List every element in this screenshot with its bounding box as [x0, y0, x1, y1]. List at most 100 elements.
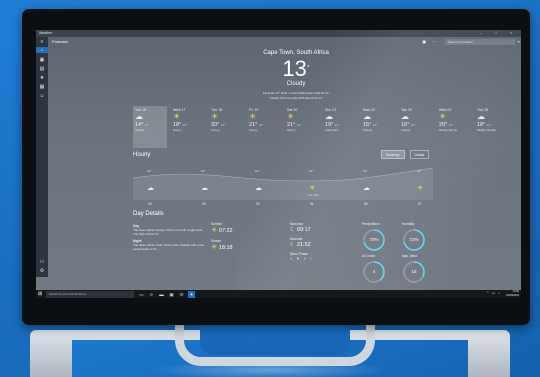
task-view-icon[interactable]: ▭: [138, 291, 145, 298]
day-desc: Light Rain: [325, 128, 339, 132]
clock[interactable]: 13:00 16/08/2016: [506, 290, 519, 298]
current-conditions: Cape Town, South Africa 13° Cloudy Feels…: [176, 50, 416, 100]
forecast-day-card[interactable]: Sat 20 ☀ 21° 12° Sunny: [285, 106, 319, 148]
moonrise-icon: ☾: [290, 227, 296, 233]
day-desc: Mostly Sunny: [439, 128, 458, 132]
summary-toggle[interactable]: Summary: [381, 150, 405, 159]
low-temp: 11°: [220, 123, 226, 127]
forecast-day-card[interactable]: Thu 25 ☁ 18° 12° Mostly Cloudy: [475, 106, 509, 148]
low-temp: 10°: [182, 123, 188, 127]
historical-icon[interactable]: ▤: [39, 66, 45, 72]
low-temp: 12°: [486, 123, 492, 127]
low-temp: 12°: [258, 123, 264, 127]
news-icon[interactable]: ▦: [39, 84, 45, 90]
settings-icon[interactable]: ⚙: [39, 268, 45, 274]
hourly-graph: 14° ☁ 16 13° ☁ 19 13° ☁ 22 12° ☀ 01 12° ☁ 04 12° ☀ 07 Tue,…: [133, 167, 433, 206]
cloud-icon: ☁: [325, 112, 333, 121]
cloud-icon: ☁: [255, 185, 262, 192]
low-temp: 11°: [144, 123, 150, 127]
sun-icon: ☀: [439, 112, 447, 121]
forecast-day-card[interactable]: Wed 17 ☀ 18° 10° Sunny: [171, 106, 205, 148]
forecast-day-card[interactable]: Fri 19 ☀ 21° 12° Sunny: [247, 106, 281, 148]
moon-phase-icons: ◐ ● ◑ ○: [290, 256, 314, 262]
weather-app-icon[interactable]: ☀: [188, 290, 195, 298]
sun-times: Sunrise ☀ 07:22 Sunset ☀ 18:18: [211, 222, 233, 251]
places-icon[interactable]: ★: [39, 75, 45, 81]
hourly-time-label: 16: [148, 202, 152, 206]
app-bar: Forecast ▣ ··· Search for location ⌕: [48, 37, 521, 46]
hourly-temp-label: 12°: [363, 169, 368, 173]
hourly-view-toggle: Summary Details: [381, 150, 433, 159]
hourly-temp-label: 12°: [309, 169, 314, 173]
location-search-input[interactable]: Search for location: [445, 38, 515, 45]
day-desc: Sunny: [173, 128, 182, 132]
mail-icon[interactable]: ✉: [178, 291, 185, 298]
hourly-day-note: Tue, Wed: [308, 194, 319, 197]
smile-icon[interactable]: ☺: [39, 93, 45, 99]
pin-icon[interactable]: ▣: [422, 37, 426, 46]
day-desc: Sunny: [211, 128, 220, 132]
detail-gauges: Precipitation Humidity 70% 72% UV Index …: [362, 222, 482, 283]
low-temp: 11°: [410, 123, 416, 127]
sun-icon: ☀: [287, 112, 295, 121]
cloud-icon: ☁: [363, 185, 370, 192]
moonset-icon: ☾: [290, 242, 296, 248]
weather-app-window: Weather – □ × ≡ ⌂ ▣ ▤ ★ ▦ ☺ ⚇ ⚙ Forecast…: [36, 30, 521, 290]
hourly-time-label: 07: [418, 202, 422, 206]
details-toggle[interactable]: Details: [409, 150, 430, 159]
title-bar: Weather – □ ×: [36, 30, 521, 37]
forecast-day-card[interactable]: Tue 16 ☁ 14° 11° Cloudy: [133, 106, 167, 148]
store-icon[interactable]: ▣: [168, 291, 175, 298]
cloud-icon: ☁: [135, 112, 143, 121]
window-title: Weather: [39, 31, 53, 35]
day-desc: Mostly Cloudy: [477, 128, 496, 132]
cloud-icon: ☁: [401, 112, 409, 121]
hourly-temp-label: 12°: [417, 169, 422, 173]
sun-icon: ☀: [211, 112, 219, 121]
cloud-icon: ☁: [147, 185, 154, 192]
sunset-icon: ☀: [211, 244, 218, 251]
hourly-temp-label: 13°: [201, 169, 206, 173]
low-temp: 12°: [296, 123, 302, 127]
daily-forecast: Tue 16 ☁ 14° 11° Cloudy Wed 17 ☀ 18° 10° Sunny T…: [133, 106, 518, 150]
file-explorer-icon[interactable]: ▬: [158, 291, 165, 298]
hourly-time-label: 01: [310, 202, 314, 206]
day-night-text: Day The skies will be cloudy. It'll be c…: [133, 224, 204, 252]
cloud-icon: ☁: [477, 112, 485, 121]
day-details-title: Day Details: [133, 211, 164, 217]
search-icon[interactable]: ⌕: [518, 37, 520, 46]
cloud-icon: ☁: [363, 112, 371, 121]
maps-icon[interactable]: ▣: [39, 57, 45, 63]
low-temp: 13°: [334, 123, 340, 127]
cloud-icon: ☁: [201, 185, 208, 192]
edge-icon[interactable]: e: [148, 291, 155, 298]
more-icon[interactable]: ···: [432, 37, 436, 46]
close-button[interactable]: ×: [510, 31, 518, 35]
maximize-button[interactable]: □: [495, 31, 503, 35]
forecast-day-card[interactable]: Wed 24 ☀ 20° 11° Mostly Sunny: [437, 106, 471, 148]
sunrise-icon: ☀: [211, 227, 218, 234]
stats-line-2: Visibility 8 km Humidity 93% Dew Point 1…: [269, 96, 323, 100]
forecast-day-card[interactable]: Sun 21 ☁ 19° 13° Light Rain: [323, 106, 357, 148]
windows-start-icon[interactable]: ⊞: [38, 291, 44, 297]
day-desc: Sunny: [249, 128, 258, 132]
day-desc: Cloudy: [401, 128, 411, 132]
tray-icons[interactable]: ⌃ ▭ ♪: [486, 291, 501, 295]
day-desc: Cloudy: [363, 128, 373, 132]
forecast-day-card[interactable]: Tue 23 ☁ 16° 11° Cloudy: [399, 106, 433, 148]
day-desc: Sunny: [287, 128, 296, 132]
sun-icon: ☀: [417, 184, 423, 192]
hourly-temp-label: 14°: [147, 169, 152, 173]
taskbar-search-input[interactable]: Search the web and Windows: [46, 290, 134, 298]
current-temp: 13°: [282, 56, 310, 81]
forecast-day-card[interactable]: Thu 18 ☀ 20° 11° Sunny: [209, 106, 243, 148]
people-icon[interactable]: ⚇: [39, 259, 45, 265]
home-icon[interactable]: ⌂: [36, 47, 48, 53]
minimize-button[interactable]: –: [480, 31, 488, 35]
forecast-day-card[interactable]: Mon 22 ☁ 15° 11° Cloudy: [361, 106, 395, 148]
hourly-time-label: 22: [256, 202, 260, 206]
section-title: Forecast: [52, 39, 68, 44]
hourly-title: Hourly: [133, 152, 151, 158]
sun-icon: ☀: [173, 112, 181, 121]
hamburger-icon[interactable]: ≡: [39, 39, 45, 45]
